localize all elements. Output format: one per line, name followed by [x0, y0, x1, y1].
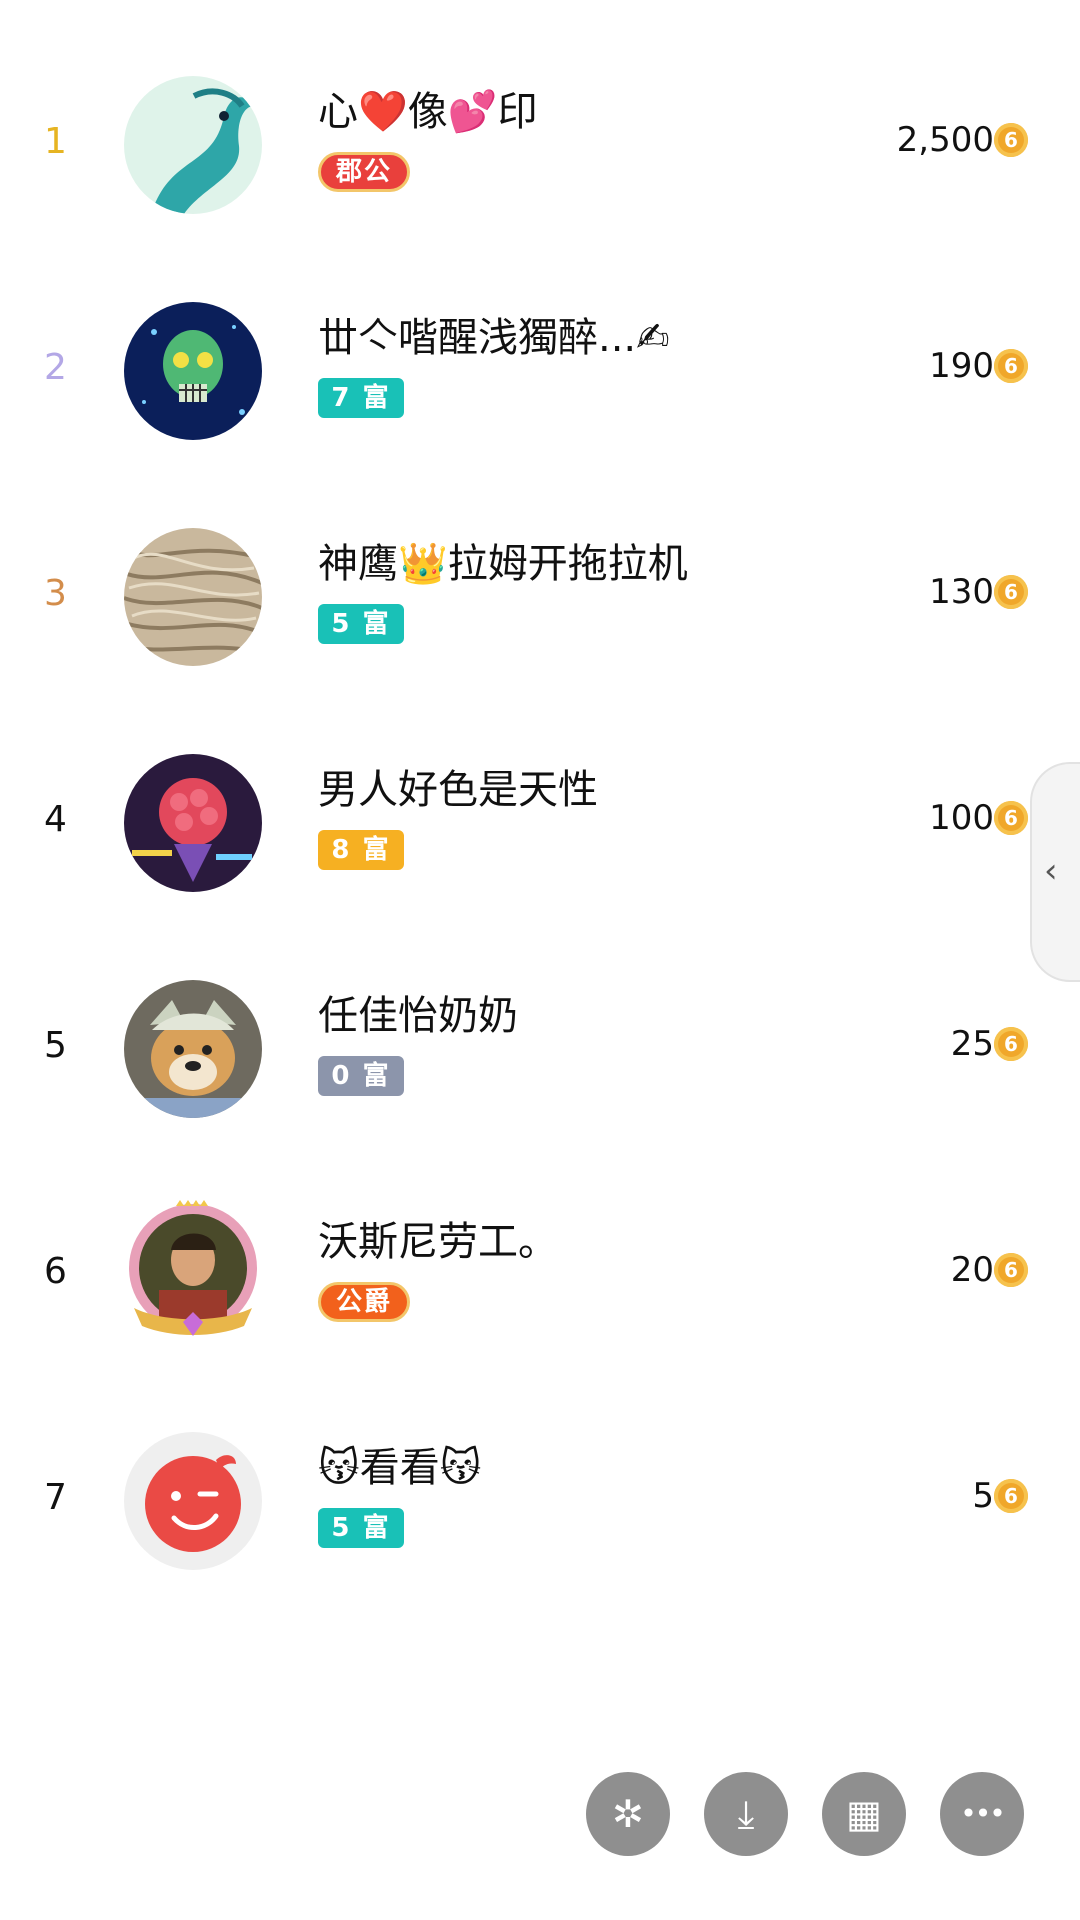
noble-badge: 公爵 — [318, 1282, 410, 1322]
wealth-badge: 5 富 — [318, 1508, 404, 1548]
coin-icon: 6 — [994, 801, 1028, 835]
chevron-left-icon: ‹ — [1044, 851, 1058, 891]
rank-number: 7 — [44, 1477, 67, 1518]
user-nickname: 沃斯尼劳工。 — [318, 1219, 558, 1265]
wealth-badge: 8 富 — [318, 830, 404, 870]
coin-score: 100 — [929, 798, 994, 838]
coin-score: 25 — [950, 1024, 994, 1064]
more-icon: ••• — [960, 1797, 1006, 1830]
coin-icon: 6 — [994, 349, 1028, 383]
more-button[interactable]: ••• — [940, 1772, 1024, 1856]
coin-icon: 6 — [994, 1027, 1028, 1061]
side-panel-toggle[interactable]: ‹ — [1030, 762, 1080, 982]
rank-number: 4 — [44, 799, 67, 840]
leaderboard-row[interactable]: 7 😽看看😽 5 富 5 6 — [0, 1426, 1080, 1576]
coin-score: 20 — [950, 1250, 994, 1290]
user-nickname: 😽看看😽 — [318, 1445, 482, 1491]
user-nickname: 任佳怡奶奶 — [318, 993, 518, 1039]
user-nickname: 男人好色是天性 — [318, 767, 598, 813]
leaderboard-row[interactable]: 4 男人好色是天性 8 富 100 6 — [0, 748, 1080, 898]
rank-number: 3 — [44, 573, 67, 614]
avatar[interactable] — [124, 76, 262, 214]
share-button[interactable]: ✲ — [586, 1772, 670, 1856]
coin-score: 130 — [929, 572, 994, 612]
rank-number: 5 — [44, 1025, 67, 1066]
coin-icon: 6 — [994, 123, 1028, 157]
share-icon: ✲ — [612, 1792, 644, 1836]
rank-number: 1 — [44, 121, 67, 162]
coin-score: 5 — [972, 1476, 994, 1516]
avatar[interactable] — [124, 302, 262, 440]
wealth-badge: 7 富 — [318, 378, 404, 418]
coin-score: 2,500 — [896, 120, 994, 160]
wealth-badge: 0 富 — [318, 1056, 404, 1096]
coin-icon: 6 — [994, 575, 1028, 609]
avatar[interactable] — [124, 1432, 262, 1570]
wealth-badge: 5 富 — [318, 604, 404, 644]
avatar[interactable] — [124, 528, 262, 666]
user-nickname: 神鹰👑拉姆开拖拉机 — [318, 541, 688, 587]
leaderboard-row[interactable]: 1 心❤️像💕印 郡公 2,500 6 — [0, 70, 1080, 220]
avatar[interactable] — [124, 754, 262, 892]
leaderboard-row[interactable]: 5 任佳怡奶奶 0 富 25 6 — [0, 974, 1080, 1124]
coin-icon: 6 — [994, 1253, 1028, 1287]
apps-grid-button[interactable]: ▦ — [822, 1772, 906, 1856]
avatar[interactable] — [124, 980, 262, 1118]
leaderboard-row[interactable]: 6 沃斯尼劳工。 公爵 20 6 — [0, 1200, 1080, 1350]
coin-icon: 6 — [994, 1479, 1028, 1513]
noble-badge: 郡公 — [318, 152, 410, 192]
download-button[interactable]: ⤓ — [704, 1772, 788, 1856]
rank-number: 2 — [44, 347, 67, 388]
apps-grid-icon: ▦ — [846, 1792, 882, 1836]
download-icon: ⤓ — [737, 1792, 755, 1836]
leaderboard-row[interactable]: 2 丗亽喈醒浅獨醉...✍ 7 富 190 6 — [0, 296, 1080, 446]
user-nickname: 心❤️像💕印 — [318, 89, 538, 135]
rank-number: 6 — [44, 1251, 67, 1292]
coin-score: 190 — [929, 346, 994, 386]
leaderboard-row[interactable]: 3 神鹰👑拉姆开拖拉机 5 富 130 6 — [0, 522, 1080, 672]
user-nickname: 丗亽喈醒浅獨醉...✍ — [318, 315, 670, 361]
avatar[interactable] — [124, 1200, 262, 1344]
